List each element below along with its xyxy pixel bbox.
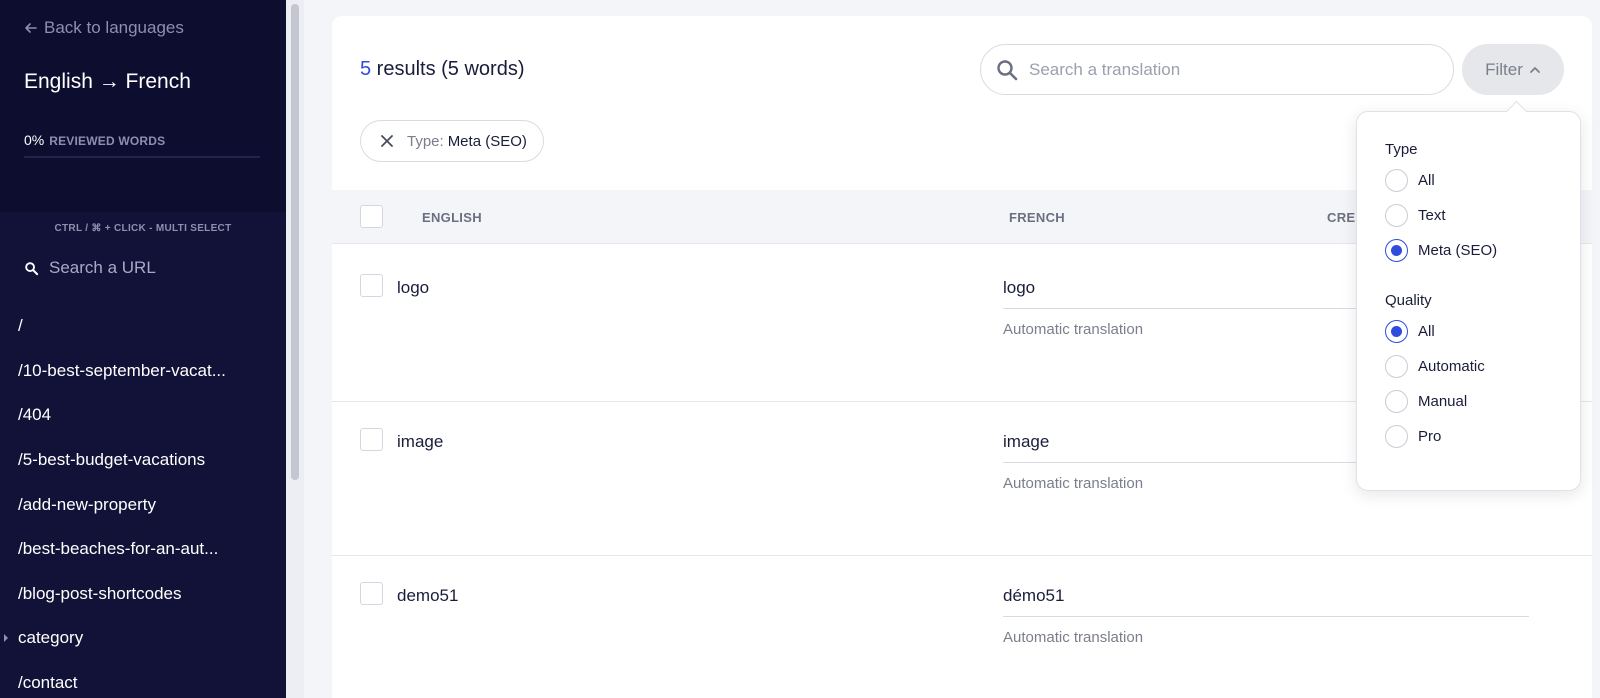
sidebar-scrollbar-thumb[interactable] xyxy=(291,4,299,480)
translation-underline xyxy=(1003,616,1529,617)
search-icon xyxy=(25,261,39,275)
back-label: Back to languages xyxy=(44,18,184,37)
radio-label: All xyxy=(1418,323,1435,340)
url-search-input[interactable] xyxy=(49,258,249,278)
url-list-item[interactable]: /best-beaches-for-an-aut... xyxy=(0,527,286,572)
radio-circle[interactable] xyxy=(1385,320,1408,343)
radio-label: Automatic xyxy=(1418,358,1485,375)
column-french: FRENCH xyxy=(1009,210,1065,225)
url-list-item[interactable]: /add-new-property xyxy=(0,482,286,527)
active-filter-chip: Type: Meta (SEO) xyxy=(360,120,544,162)
results-count: 5 xyxy=(360,58,372,80)
close-icon[interactable] xyxy=(379,133,395,149)
back-to-languages-link[interactable]: Back to languages xyxy=(24,18,184,38)
radio-label: Meta (SEO) xyxy=(1418,242,1498,259)
translation-search xyxy=(980,44,1454,95)
radio-circle[interactable] xyxy=(1385,390,1408,413)
search-icon xyxy=(997,59,1018,80)
url-label: /blog-post-shortcodes xyxy=(18,583,182,603)
type-option-radio[interactable]: Text xyxy=(1385,204,1446,227)
column-created: CRE xyxy=(1327,210,1356,225)
source-text: image xyxy=(397,432,444,451)
row-checkbox[interactable] xyxy=(360,428,383,451)
source-text: demo51 xyxy=(397,586,459,605)
quality-heading: Quality xyxy=(1385,292,1432,309)
url-search xyxy=(24,258,264,278)
table-row[interactable]: demo51 démo51 Automatic translation xyxy=(332,553,1592,698)
url-label: /add-new-property xyxy=(18,494,156,514)
quality-option-radio[interactable]: Pro xyxy=(1385,425,1441,448)
radio-circle[interactable] xyxy=(1385,425,1408,448)
sidebar-header: Back to languages English → French 0% RE… xyxy=(0,0,286,212)
translation-quality: Automatic translation xyxy=(1003,629,1144,646)
progress-label: REVIEWED WORDS xyxy=(49,134,166,148)
expand-caret-icon[interactable] xyxy=(4,634,8,643)
language-pair-title: English → French xyxy=(24,70,191,93)
type-option-radio[interactable]: Meta (SEO) xyxy=(1385,239,1497,262)
translation-quality: Automatic translation xyxy=(1003,475,1144,492)
translation-quality: Automatic translation xyxy=(1003,321,1144,338)
url-label: /best-beaches-for-an-aut... xyxy=(18,539,219,559)
radio-circle[interactable] xyxy=(1385,204,1408,227)
translation-search-input[interactable] xyxy=(1029,59,1429,80)
filter-label: Filter xyxy=(1485,59,1523,79)
url-list-item[interactable]: category xyxy=(0,616,286,661)
review-progress: 0% REVIEWED WORDS xyxy=(24,132,165,148)
url-list-item[interactable]: / xyxy=(0,304,286,349)
radio-circle[interactable] xyxy=(1385,355,1408,378)
progress-percent: 0% xyxy=(24,132,45,148)
progress-bar xyxy=(24,156,260,158)
translation-text[interactable]: démo51 xyxy=(1003,586,1064,606)
results-text: results (5 words) xyxy=(371,58,525,80)
chip-value: Meta (SEO) xyxy=(447,132,527,150)
translation-text[interactable]: image xyxy=(1003,432,1049,452)
url-list-item[interactable]: /10-best-september-vacat... xyxy=(0,349,286,394)
quality-option-radio[interactable]: All xyxy=(1385,320,1435,343)
column-english: ENGLISH xyxy=(422,210,482,225)
url-list-item[interactable]: /blog-post-shortcodes xyxy=(0,572,286,617)
url-list-item[interactable]: /contact xyxy=(0,661,286,698)
url-list: / /10-best-september-vacat... /404/5-best-… xyxy=(0,304,286,698)
url-list-item[interactable]: /404 xyxy=(0,393,286,438)
translation-text[interactable]: logo xyxy=(1003,278,1035,298)
url-list-item[interactable]: /5-best-budget-vacations xyxy=(0,438,286,483)
multi-select-hint: CTRL / ⌘ + CLICK - MULTI SELECT xyxy=(54,223,232,234)
type-option-radio[interactable]: All xyxy=(1385,169,1435,192)
sidebar: Back to languages English → French 0% RE… xyxy=(0,0,286,698)
url-label: /10-best-september-vacat... xyxy=(18,360,226,380)
arrow-left-icon xyxy=(25,23,37,33)
radio-label: Pro xyxy=(1418,428,1442,445)
chip-key: Type: xyxy=(407,132,444,150)
quality-option-radio[interactable]: Manual xyxy=(1385,390,1467,413)
url-label: / xyxy=(18,316,23,336)
results-summary: 5 results (5 words) xyxy=(360,58,525,81)
filter-dropdown: Type All Text Meta (SEO) Quality All Automa… xyxy=(1356,111,1581,491)
url-label: category xyxy=(18,628,84,648)
url-label: /5-best-budget-vacations xyxy=(18,450,206,470)
quality-option-radio[interactable]: Automatic xyxy=(1385,355,1485,378)
radio-circle[interactable] xyxy=(1385,239,1408,262)
radio-circle[interactable] xyxy=(1385,169,1408,192)
url-label: /404 xyxy=(18,405,52,425)
source-text: logo xyxy=(397,278,430,297)
filter-button[interactable]: Filter xyxy=(1462,44,1564,95)
type-heading: Type xyxy=(1385,141,1418,158)
radio-label: Text xyxy=(1418,207,1446,224)
radio-label: Manual xyxy=(1418,393,1468,410)
row-checkbox[interactable] xyxy=(360,274,383,297)
row-checkbox[interactable] xyxy=(360,582,383,605)
select-all-checkbox[interactable] xyxy=(360,205,383,228)
chevron-up-icon xyxy=(1529,66,1540,73)
url-label: /contact xyxy=(18,673,78,693)
radio-label: All xyxy=(1418,172,1435,189)
